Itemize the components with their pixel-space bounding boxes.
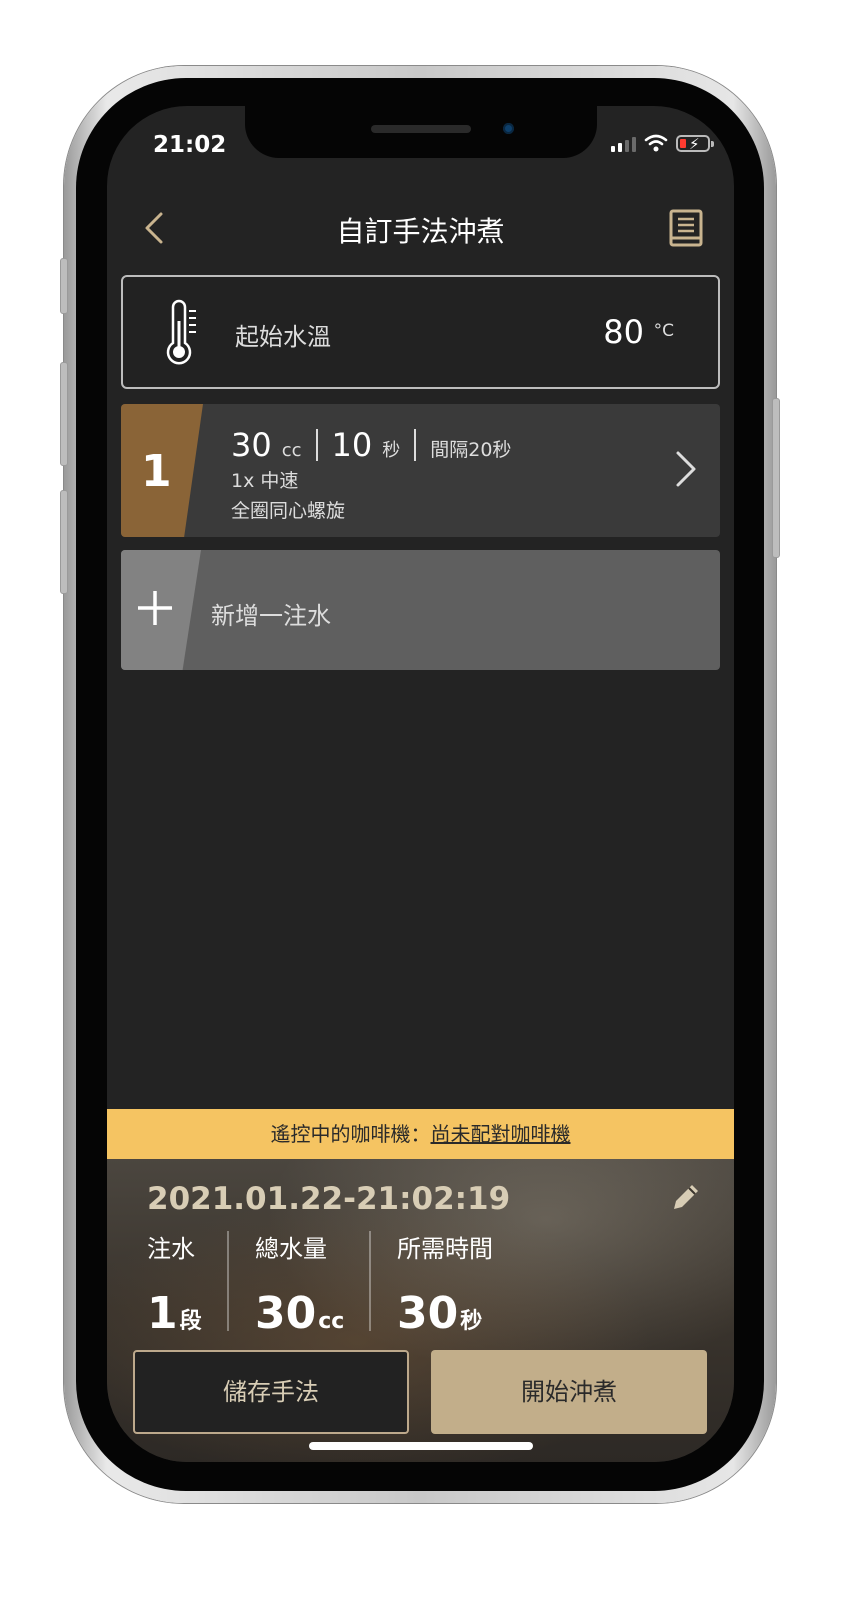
stat-pours: 注水 1 段 <box>147 1229 202 1339</box>
plus-icon <box>138 591 172 625</box>
add-pour-label: 新增一注水 <box>211 602 331 630</box>
status-icons: ⚡ <box>611 134 714 153</box>
front-camera <box>503 123 514 134</box>
add-pour-button[interactable]: 新增一注水 <box>121 550 720 670</box>
pencil-icon[interactable] <box>668 1181 702 1215</box>
step-water-amount: 30 <box>231 426 272 464</box>
pair-machine-link[interactable]: 尚未配對咖啡機 <box>431 1122 571 1146</box>
stat-total-water: 總水量 30 cc <box>255 1229 344 1339</box>
battery-icon: ⚡ <box>676 135 714 153</box>
remote-machine-banner: 遙控中的咖啡機：尚未配對咖啡機 <box>107 1109 734 1159</box>
recipe-summary-panel: 2021.01.22-21:02:19 注水 1 段 總水量 30 cc 所需時… <box>107 1159 734 1462</box>
stat-required-time: 所需時間 30 秒 <box>397 1229 493 1339</box>
chevron-right-icon <box>676 451 696 487</box>
step-number: 1 <box>141 446 172 497</box>
power-button <box>772 398 780 558</box>
mute-switch <box>60 258 68 314</box>
stat-value: 30 <box>397 1288 459 1339</box>
stat-label: 總水量 <box>255 1235 327 1263</box>
status-time: 21:02 <box>153 132 227 158</box>
divider <box>414 429 417 461</box>
banner-prefix: 遙控中的咖啡機： <box>270 1122 431 1146</box>
volume-up-button <box>60 362 68 466</box>
step-water-unit: cc <box>281 440 302 461</box>
home-indicator[interactable] <box>309 1442 533 1450</box>
step-duration: 10 <box>331 426 373 464</box>
navigation-header: 自訂手法沖煮 <box>107 198 734 258</box>
app-screen: 21:02 ⚡ 自訂手法沖煮 起始水溫 80 °C 1 30 cc 10 秒 間… <box>107 106 734 1462</box>
stat-value: 30 <box>255 1288 317 1339</box>
step-pattern: 全圈同心螺旋 <box>231 500 346 522</box>
temperature-label: 起始水溫 <box>235 323 331 351</box>
stat-divider <box>369 1231 371 1331</box>
step-speed: 1x 中速 <box>231 470 299 492</box>
volume-down-button <box>60 490 68 594</box>
signal-icon <box>611 136 636 152</box>
speaker <box>371 125 471 133</box>
start-brew-button[interactable]: 開始沖煮 <box>431 1350 707 1434</box>
pour-step-1[interactable]: 1 30 cc 10 秒 間隔20秒 1x 中速 全圈同心螺旋 <box>121 404 720 537</box>
thermometer-icon <box>166 299 196 365</box>
stat-unit: cc <box>318 1309 345 1334</box>
temperature-unit: °C <box>653 321 674 341</box>
step-summary: 30 cc 10 秒 間隔20秒 <box>231 426 511 464</box>
notch <box>245 106 597 158</box>
temperature-value: 80 <box>603 313 644 351</box>
stat-divider <box>227 1231 229 1331</box>
stat-value: 1 <box>147 1288 178 1339</box>
stat-unit: 秒 <box>460 1309 483 1334</box>
stat-label: 所需時間 <box>397 1235 493 1263</box>
recipe-book-icon[interactable] <box>668 208 704 250</box>
wifi-icon <box>644 134 668 152</box>
step-duration-unit: 秒 <box>382 440 401 461</box>
start-temperature-card[interactable]: 起始水溫 80 °C <box>121 275 720 389</box>
recipe-name: 2021.01.22-21:02:19 <box>147 1181 511 1217</box>
page-title: 自訂手法沖煮 <box>336 215 505 248</box>
stat-unit: 段 <box>179 1309 202 1334</box>
divider <box>315 429 318 461</box>
stat-label: 注水 <box>147 1235 195 1263</box>
step-interval: 間隔20秒 <box>430 439 512 461</box>
save-recipe-button[interactable]: 儲存手法 <box>133 1350 409 1434</box>
